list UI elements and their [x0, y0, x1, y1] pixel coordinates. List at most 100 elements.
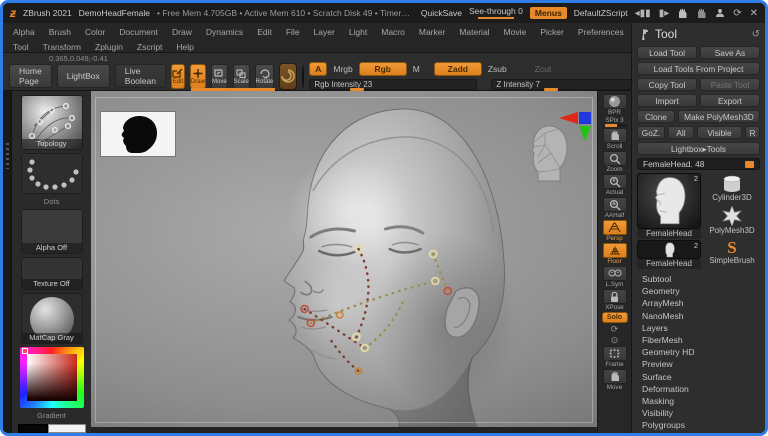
zoom-button[interactable]: Zoom — [602, 151, 627, 173]
anchor-toggle[interactable]: A — [309, 62, 328, 76]
default-zscript-button[interactable]: DefaultZScript — [574, 8, 628, 18]
persp-button[interactable]: Persp — [602, 220, 627, 242]
menu-brush[interactable]: Brush — [49, 27, 71, 37]
section-nanomesh[interactable]: NanoMesh — [637, 310, 760, 322]
section-polygroups[interactable]: Polygroups — [637, 419, 760, 431]
spotlight-icon[interactable]: ⊙ — [611, 335, 619, 345]
menu-zscript[interactable]: Zscript — [137, 42, 163, 52]
menu-material[interactable]: Material — [459, 27, 489, 37]
menus-button[interactable]: Menus — [529, 7, 567, 19]
recent-tool-thumbnail[interactable]: 2 — [637, 240, 701, 259]
restore-icon[interactable]: ⟳ — [733, 8, 741, 19]
aahalf-button[interactable]: AAHalf — [602, 197, 627, 219]
see-through-slider[interactable]: See-through 0 — [469, 7, 523, 19]
sculpt-canvas[interactable] — [91, 91, 597, 427]
menu-movie[interactable]: Movie — [504, 27, 527, 37]
polymesh3d-tool[interactable]: PolyMesh3D — [704, 205, 760, 236]
goz-all-button[interactable]: All — [668, 126, 694, 139]
current-material-sphere[interactable] — [302, 64, 305, 88]
section-geometry-hd[interactable]: Geometry HD — [637, 346, 760, 358]
section-surface[interactable]: Surface — [637, 371, 760, 383]
export-button[interactable]: Export — [700, 94, 760, 107]
menu-color[interactable]: Color — [85, 27, 105, 37]
xpose-button[interactable]: XPose — [602, 289, 627, 311]
paste-tool-button[interactable]: Paste Tool — [700, 78, 760, 91]
goz-button[interactable]: GoZ. — [637, 126, 665, 139]
zadd-toggle[interactable]: Zadd — [433, 62, 482, 76]
hand-right-icon[interactable] — [696, 8, 707, 19]
zsub-toggle[interactable]: Zsub — [488, 64, 507, 74]
menu-document[interactable]: Document — [119, 27, 158, 37]
section-visibility[interactable]: Visibility — [637, 407, 760, 419]
bpr-button[interactable]: BPR — [602, 94, 627, 116]
draw-mode-button[interactable]: Draw — [189, 63, 206, 89]
left-tray-divider[interactable] — [3, 91, 12, 433]
simplebrush-tool[interactable]: S SimpleBrush — [704, 238, 760, 269]
section-layers[interactable]: Layers — [637, 322, 760, 334]
menu-zplugin[interactable]: Zplugin — [95, 42, 123, 52]
move-mode-button[interactable]: Move — [210, 63, 228, 89]
rewind-icon[interactable]: ◂▮▮ — [635, 8, 651, 19]
load-tool-button[interactable]: Load Tool — [637, 46, 697, 59]
menu-help[interactable]: Help — [176, 42, 193, 52]
lsym-button[interactable]: L.Sym — [602, 266, 627, 288]
menu-file[interactable]: File — [286, 27, 300, 37]
user-icon[interactable] — [715, 8, 725, 18]
active-tool-thumbnail[interactable]: 2 — [637, 173, 701, 229]
section-deformation[interactable]: Deformation — [637, 383, 760, 395]
section-contact[interactable]: Contact — [637, 432, 760, 434]
section-masking[interactable]: Masking — [637, 395, 760, 407]
zcut-toggle[interactable]: Zcut — [535, 64, 552, 74]
save-as-button[interactable]: Save As — [700, 46, 760, 59]
scale-mode-button[interactable]: Scale — [232, 63, 250, 89]
play-icon[interactable]: ▮▸ — [659, 8, 670, 19]
section-preview[interactable]: Preview — [637, 358, 760, 370]
rgb-intensity-slider[interactable]: Rgb Intensity 23 — [309, 79, 478, 91]
floor-button[interactable]: Floor — [602, 243, 627, 265]
menu-edit[interactable]: Edit — [257, 27, 272, 37]
menu-light[interactable]: Light — [349, 27, 367, 37]
sculptris-pro-button[interactable] — [279, 62, 298, 90]
section-subtool[interactable]: Subtool — [637, 273, 760, 285]
section-fibermesh[interactable]: FiberMesh — [637, 334, 760, 346]
rgb-toggle[interactable]: Rgb — [358, 62, 407, 76]
goz-visible-button[interactable]: Visible — [697, 126, 742, 139]
tool-slider-handle[interactable] — [745, 161, 754, 168]
lightbox-button[interactable]: LightBox — [56, 64, 110, 88]
import-button[interactable]: Import — [637, 94, 697, 107]
mrgb-toggle[interactable]: Mrgb — [333, 64, 352, 74]
frame-button[interactable]: Frame — [602, 346, 627, 368]
color-picker[interactable] — [19, 347, 84, 408]
menu-layer[interactable]: Layer — [314, 27, 335, 37]
history-icon[interactable]: ↺ — [752, 29, 760, 40]
saturation-value-square[interactable] — [26, 354, 77, 401]
cylinder3d-tool[interactable]: Cylinder3D — [704, 173, 760, 204]
menu-draw[interactable]: Draw — [172, 27, 192, 37]
menu-marker[interactable]: Marker — [419, 27, 445, 37]
copy-tool-button[interactable]: Copy Tool — [637, 78, 697, 91]
hand-left-icon[interactable] — [677, 8, 688, 19]
menu-transform[interactable]: Transform — [43, 42, 81, 52]
menu-alpha[interactable]: Alpha — [13, 27, 35, 37]
lightbox-tools-button[interactable]: Lightbox▸Tools — [637, 142, 760, 155]
active-tool-slider[interactable]: FemaleHead. 48 — [637, 158, 760, 170]
make-polymesh3d-button[interactable]: Make PolyMesh3D — [678, 110, 760, 123]
ghost-icon[interactable]: ⟳ — [611, 324, 619, 334]
move-doc-button[interactable]: Move — [602, 369, 627, 391]
current-texture-thumbnail[interactable]: Texture Off — [20, 256, 83, 291]
main-color-swatch[interactable] — [17, 424, 48, 433]
spix-slider[interactable]: SPix 3 — [602, 117, 627, 127]
menu-picker[interactable]: Picker — [540, 27, 564, 37]
section-arraymesh[interactable]: ArrayMesh — [637, 297, 760, 309]
current-stroke-thumbnail[interactable] — [20, 152, 83, 194]
secondary-color-swatch[interactable] — [47, 424, 86, 433]
edit-mode-button[interactable]: Edit — [170, 63, 185, 89]
current-alpha-thumbnail[interactable]: Alpha Off — [20, 208, 83, 254]
load-tools-from-project-button[interactable]: Load Tools From Project — [637, 62, 760, 75]
solo-button[interactable]: Solo — [601, 312, 628, 323]
goz-r-button[interactable]: R — [745, 126, 760, 139]
live-boolean-button[interactable]: Live Boolean — [114, 64, 166, 88]
m-toggle[interactable]: M — [413, 64, 420, 74]
axis-gizmo-icon[interactable] — [557, 107, 595, 143]
scroll-button[interactable]: Scroll — [602, 128, 627, 150]
